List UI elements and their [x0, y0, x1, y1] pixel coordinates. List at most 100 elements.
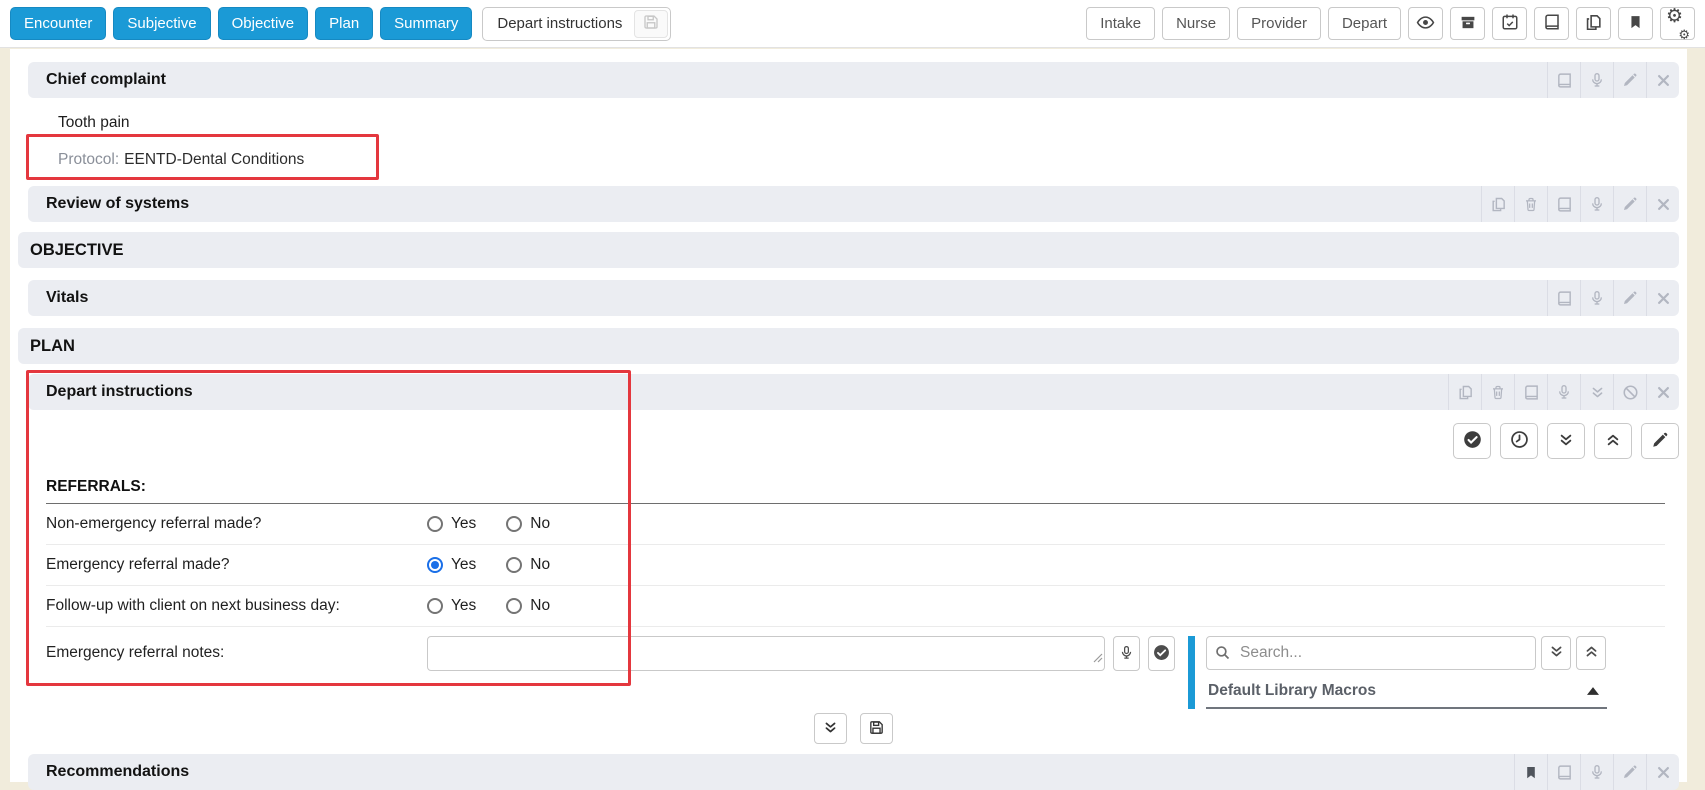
question-options: Yes No: [427, 597, 550, 615]
depart-instructions-tab[interactable]: Depart instructions: [485, 10, 634, 37]
emergency-referral-notes-row: Emergency referral notes:: [46, 627, 1665, 709]
active-note-tab-group: Depart instructions: [482, 7, 671, 41]
dictate-button[interactable]: [1113, 636, 1140, 671]
close-icon[interactable]: [1646, 280, 1679, 316]
chevrons-down-icon[interactable]: [1580, 374, 1613, 410]
ban-icon[interactable]: [1613, 374, 1646, 410]
macros-library-title: Default Library Macros: [1208, 682, 1376, 700]
close-icon[interactable]: [1646, 754, 1679, 790]
question-label: Follow-up with client on next business d…: [46, 597, 427, 615]
pencil-icon[interactable]: [1613, 186, 1646, 222]
pencil-icon[interactable]: [1613, 280, 1646, 316]
book-icon[interactable]: [1547, 754, 1580, 790]
vitals-header-actions: [1547, 280, 1679, 316]
emergency-referral-notes-input[interactable]: [427, 636, 1105, 671]
expand-all-button[interactable]: [1547, 423, 1585, 459]
pencil-icon[interactable]: [1613, 754, 1646, 790]
bookmark-icon[interactable]: [1514, 754, 1547, 790]
book-icon[interactable]: [1514, 374, 1547, 410]
pencil-icon[interactable]: [1613, 62, 1646, 98]
copy-icon[interactable]: [1448, 374, 1481, 410]
plan-band-title: PLAN: [30, 337, 75, 356]
macros-expand-button[interactable]: [1541, 636, 1571, 670]
depart-instructions-header-actions: [1448, 374, 1679, 410]
review-of-systems-header-actions: [1481, 186, 1679, 222]
macros-accent-bar: [1188, 636, 1195, 709]
chief-complaint-header-actions: [1547, 62, 1679, 98]
chevrons-down-icon: [1558, 432, 1574, 451]
book-icon[interactable]: [1547, 186, 1580, 222]
close-icon[interactable]: [1646, 186, 1679, 222]
objective-band-title: OBJECTIVE: [30, 241, 124, 260]
edit-button[interactable]: [1641, 423, 1679, 459]
chief-complaint-text: Tooth pain: [58, 114, 1679, 132]
depart-button[interactable]: Depart: [1328, 7, 1401, 40]
book-icon[interactable]: [1547, 280, 1580, 316]
radio-no[interactable]: [506, 557, 522, 573]
archive-button[interactable]: [1450, 7, 1485, 40]
summary-button[interactable]: Summary: [380, 7, 472, 40]
band-objective: OBJECTIVE: [18, 232, 1679, 268]
preview-button[interactable]: [1408, 7, 1443, 40]
save-icon: [868, 719, 885, 739]
section-header-recommendations: Recommendations: [28, 754, 1679, 790]
calendar-check-icon: [1501, 13, 1519, 34]
radio-yes[interactable]: [427, 598, 443, 614]
microphone-icon: [1119, 644, 1134, 664]
provider-button[interactable]: Provider: [1237, 7, 1321, 40]
radio-yes[interactable]: [427, 557, 443, 573]
confirm-notes-button[interactable]: [1148, 636, 1175, 671]
subjective-button[interactable]: Subjective: [113, 7, 210, 40]
copy-icon[interactable]: [1481, 186, 1514, 222]
review-of-systems-title: Review of systems: [46, 195, 189, 213]
notes-label: Emergency referral notes:: [46, 636, 427, 670]
book-icon[interactable]: [1547, 62, 1580, 98]
intake-button[interactable]: Intake: [1086, 7, 1155, 40]
eye-icon: [1415, 13, 1436, 35]
plan-button[interactable]: Plan: [315, 7, 373, 40]
save-note-button[interactable]: [634, 10, 668, 38]
macros-search-row: [1206, 636, 1607, 670]
radio-no[interactable]: [506, 598, 522, 614]
book-icon: [1543, 13, 1561, 34]
encounter-note-page: Chief complaint Tooth pain Protocol: EEN…: [10, 49, 1687, 782]
trash-icon[interactable]: [1481, 374, 1514, 410]
bookmark-button[interactable]: [1618, 7, 1653, 40]
caret-up-icon: [1587, 682, 1599, 700]
objective-button[interactable]: Objective: [218, 7, 309, 40]
question-label: Emergency referral made?: [46, 556, 427, 574]
microphone-icon[interactable]: [1580, 754, 1613, 790]
macros-column: Default Library Macros: [1206, 636, 1607, 709]
microphone-icon[interactable]: [1547, 374, 1580, 410]
encounter-button[interactable]: Encounter: [10, 7, 106, 40]
macro-search-input[interactable]: [1206, 636, 1536, 670]
microphone-icon[interactable]: [1580, 62, 1613, 98]
save-section-button[interactable]: [860, 713, 893, 744]
macros-collapse-button[interactable]: [1576, 636, 1606, 670]
close-icon[interactable]: [1646, 62, 1679, 98]
section-depart-instructions: Depart instructions REFERRALS:: [28, 374, 1679, 744]
history-button[interactable]: [1500, 423, 1538, 459]
nurse-button[interactable]: Nurse: [1162, 7, 1230, 40]
chevrons-up-icon: [1605, 432, 1621, 451]
protocol-row: Protocol: EENTD-Dental Conditions: [58, 142, 1679, 178]
collapse-all-button[interactable]: [1594, 423, 1632, 459]
complete-button[interactable]: [1453, 423, 1491, 459]
calendar-button[interactable]: [1492, 7, 1527, 40]
radio-no[interactable]: [506, 516, 522, 532]
settings-button[interactable]: ⚙⚙: [1660, 7, 1695, 40]
copy-button[interactable]: [1576, 7, 1611, 40]
radio-yes[interactable]: [427, 516, 443, 532]
expand-button[interactable]: [814, 713, 847, 744]
section-header-review-of-systems: Review of systems: [28, 186, 1679, 222]
trash-icon[interactable]: [1514, 186, 1547, 222]
radio-no-label: No: [530, 556, 550, 574]
macros-library-header[interactable]: Default Library Macros: [1206, 677, 1607, 709]
chevrons-down-icon: [1549, 644, 1564, 662]
library-button[interactable]: [1534, 7, 1569, 40]
close-icon[interactable]: [1646, 374, 1679, 410]
microphone-icon[interactable]: [1580, 186, 1613, 222]
microphone-icon[interactable]: [1580, 280, 1613, 316]
question-row-emergency-referral: Emergency referral made? Yes No: [46, 545, 1665, 586]
question-options: Yes No: [427, 515, 550, 533]
